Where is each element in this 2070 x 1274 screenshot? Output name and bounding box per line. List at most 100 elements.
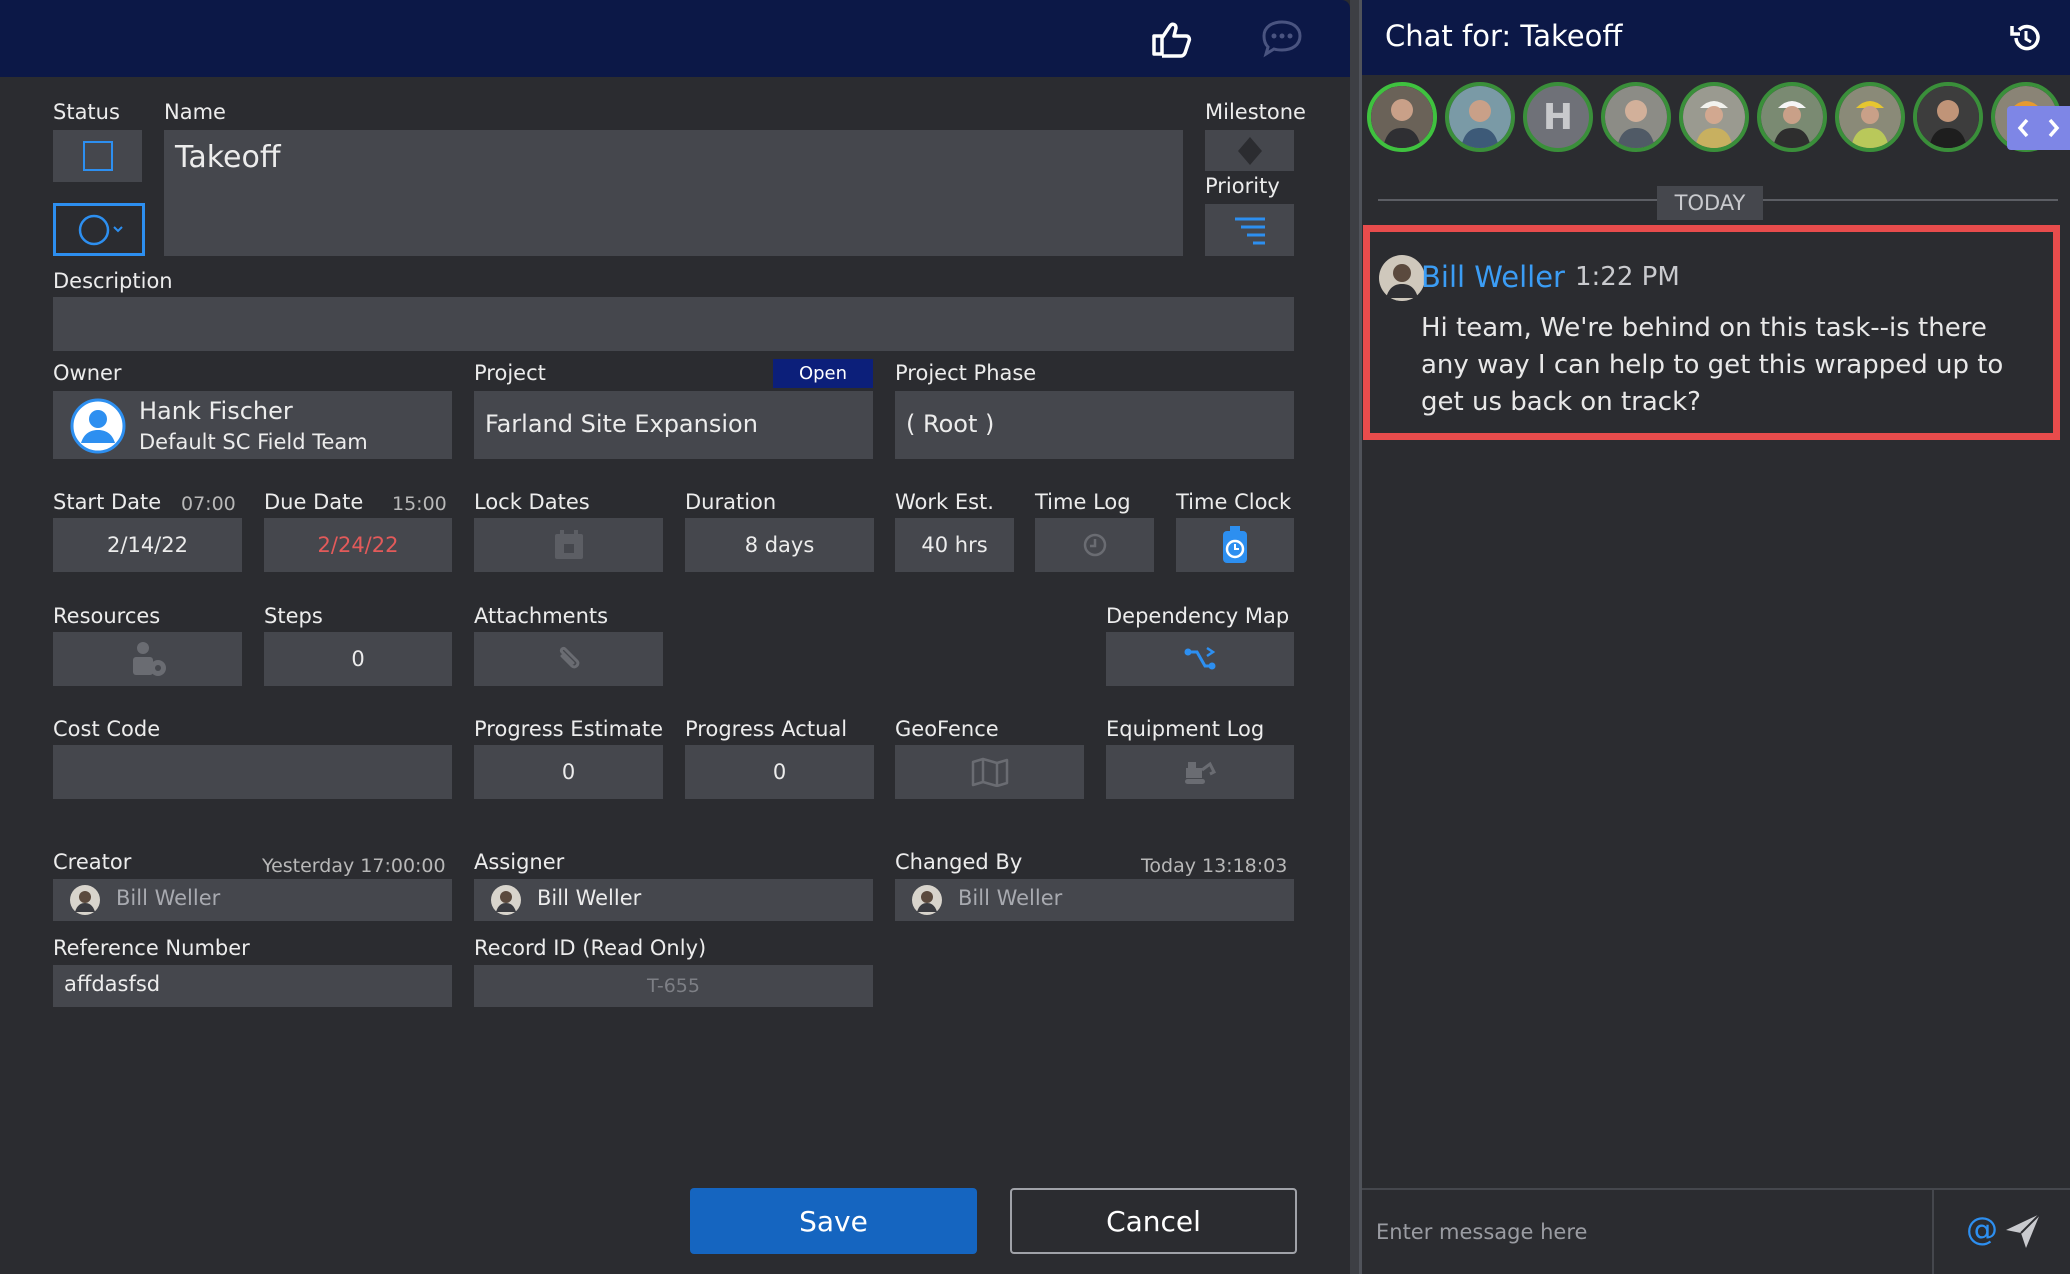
work-est-label: Work Est. bbox=[895, 490, 994, 514]
reference-number-value: affdasfsd bbox=[64, 972, 161, 996]
thumbs-up-icon[interactable] bbox=[1146, 14, 1194, 62]
resources-label: Resources bbox=[53, 604, 161, 628]
changed-by-value: Bill Weller bbox=[958, 886, 1063, 910]
cost-code-label: Cost Code bbox=[53, 717, 161, 741]
assigner-field[interactable]: Bill Weller bbox=[474, 879, 873, 921]
priority-filter-icon bbox=[1234, 217, 1265, 245]
equipment-log-label: Equipment Log bbox=[1106, 717, 1265, 741]
work-est-input[interactable]: 40 hrs bbox=[895, 518, 1014, 572]
project-phase-selector[interactable]: ( Root ) bbox=[895, 391, 1294, 459]
participant-avatar[interactable] bbox=[1367, 82, 1437, 152]
project-selector[interactable]: Farland Site Expansion bbox=[474, 391, 873, 459]
due-date-input[interactable]: 2/24/22 bbox=[264, 518, 452, 572]
changed-by-field: Bill Weller bbox=[895, 879, 1294, 921]
avatar-scroll-arrows[interactable] bbox=[2007, 106, 2070, 150]
steps-button[interactable]: 0 bbox=[264, 632, 452, 686]
history-icon[interactable] bbox=[2008, 20, 2044, 56]
reference-number-label: Reference Number bbox=[53, 936, 250, 960]
start-date-input[interactable]: 2/14/22 bbox=[53, 518, 242, 572]
chat-input-bar: @ bbox=[1362, 1188, 2070, 1274]
cost-code-input[interactable] bbox=[53, 745, 452, 799]
user-icon bbox=[70, 398, 126, 454]
milestone-diamond-icon bbox=[1237, 136, 1262, 165]
resources-button[interactable] bbox=[53, 632, 242, 686]
attachments-label: Attachments bbox=[474, 604, 609, 628]
reference-number-input[interactable]: affdasfsd bbox=[53, 965, 452, 1007]
dependency-map-button[interactable] bbox=[1106, 632, 1294, 686]
participant-avatar[interactable] bbox=[1757, 82, 1827, 152]
message-author[interactable]: Bill Weller bbox=[1421, 260, 1565, 294]
map-icon bbox=[971, 757, 1008, 787]
chat-header: Chat for: Takeoff bbox=[1362, 0, 2070, 75]
message-time: 1:22 PM bbox=[1575, 262, 1680, 292]
chevron-left-right-icon bbox=[2017, 118, 2060, 138]
status-checkbox[interactable] bbox=[53, 130, 142, 182]
excavator-icon bbox=[1185, 761, 1217, 784]
status-label: Status bbox=[53, 100, 120, 124]
milestone-label: Milestone bbox=[1205, 100, 1306, 124]
owner-selector[interactable]: Hank Fischer Default SC Field Team bbox=[53, 391, 452, 459]
duration-input[interactable]: 8 days bbox=[685, 518, 874, 572]
priority-selector[interactable] bbox=[1205, 204, 1294, 256]
status-circle-dropdown[interactable] bbox=[53, 203, 145, 256]
progress-actual-label: Progress Actual bbox=[685, 717, 848, 741]
message-text: Hi team, We're behind on this task--is t… bbox=[1421, 313, 2004, 417]
lock-dates-toggle[interactable] bbox=[474, 518, 663, 572]
name-input[interactable]: Takeoff bbox=[164, 130, 1183, 256]
description-input[interactable] bbox=[53, 297, 1294, 351]
participant-avatar[interactable]: H bbox=[1523, 82, 1593, 152]
creator-field: Bill Weller bbox=[53, 879, 452, 921]
send-icon[interactable] bbox=[2004, 1212, 2042, 1250]
avatar-icon bbox=[912, 885, 942, 915]
work-est-value: 40 hrs bbox=[921, 533, 988, 557]
participant-avatar[interactable] bbox=[1835, 82, 1905, 152]
panel-divider[interactable] bbox=[1350, 0, 1359, 1274]
geofence-button[interactable] bbox=[895, 745, 1084, 799]
creator-value: Bill Weller bbox=[116, 886, 221, 910]
attachments-button[interactable] bbox=[474, 632, 663, 686]
participant-avatar[interactable] bbox=[1913, 82, 1983, 152]
creator-label: Creator bbox=[53, 850, 132, 874]
dependency-map-label: Dependency Map bbox=[1106, 604, 1290, 628]
record-id-value: T-655 bbox=[647, 975, 700, 997]
record-id-field: T-655 bbox=[474, 965, 873, 1007]
equipment-log-button[interactable] bbox=[1106, 745, 1294, 799]
participant-avatar[interactable] bbox=[1679, 82, 1749, 152]
cancel-button[interactable]: Cancel bbox=[1010, 1188, 1297, 1254]
time-log-label: Time Log bbox=[1035, 490, 1131, 514]
changed-by-timestamp: Today 13:18:03 bbox=[1141, 855, 1288, 877]
due-date-label: Due Date bbox=[264, 490, 364, 514]
chat-message-input[interactable] bbox=[1362, 1190, 1932, 1274]
avatar-icon bbox=[491, 885, 521, 915]
milestone-toggle[interactable] bbox=[1205, 130, 1294, 171]
duration-label: Duration bbox=[685, 490, 777, 514]
task-topbar bbox=[0, 0, 1350, 77]
calendar-lock-icon bbox=[554, 530, 583, 559]
progress-estimate-value: 0 bbox=[561, 760, 576, 784]
avatar-icon bbox=[70, 885, 100, 915]
time-clock-button[interactable] bbox=[1176, 518, 1294, 572]
circle-dropdown-icon bbox=[78, 214, 123, 246]
time-clock-label: Time Clock bbox=[1176, 490, 1292, 514]
duration-value: 8 days bbox=[744, 533, 815, 557]
input-divider bbox=[1932, 1190, 1934, 1274]
project-label: Project bbox=[474, 361, 546, 385]
project-value: Farland Site Expansion bbox=[485, 410, 758, 438]
assigner-value: Bill Weller bbox=[537, 886, 642, 910]
progress-actual-input[interactable]: 0 bbox=[685, 745, 874, 799]
participant-avatar[interactable] bbox=[1445, 82, 1515, 152]
avatar bbox=[1379, 255, 1425, 301]
due-time: 15:00 bbox=[392, 493, 447, 515]
time-log-button[interactable] bbox=[1035, 518, 1154, 572]
participant-avatar[interactable] bbox=[1601, 82, 1671, 152]
mention-button[interactable]: @ bbox=[1966, 1210, 1998, 1248]
project-phase-label: Project Phase bbox=[895, 361, 1037, 385]
chat-title: Chat for: Takeoff bbox=[1385, 19, 1623, 53]
geofence-label: GeoFence bbox=[895, 717, 999, 741]
assigner-label: Assigner bbox=[474, 850, 565, 874]
progress-estimate-input[interactable]: 0 bbox=[474, 745, 663, 799]
comment-icon[interactable] bbox=[1258, 14, 1306, 62]
day-separator-label: TODAY bbox=[1657, 186, 1763, 220]
save-button[interactable]: Save bbox=[690, 1188, 977, 1254]
project-phase-value: ( Root ) bbox=[906, 410, 995, 438]
